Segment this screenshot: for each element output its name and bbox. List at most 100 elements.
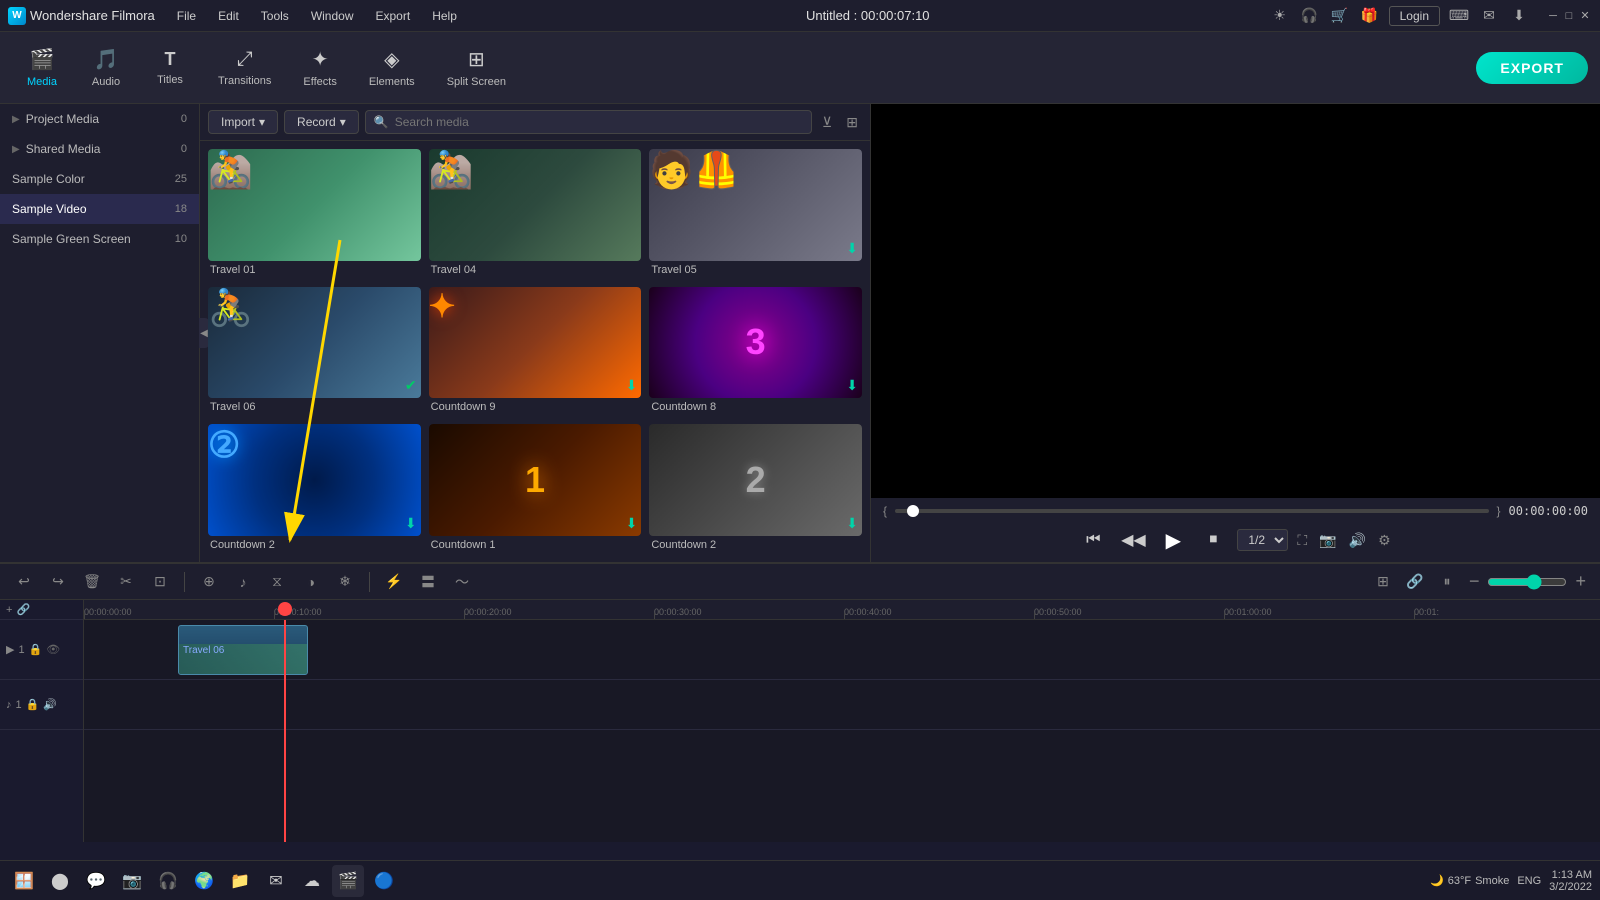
maximize-button[interactable]: □ [1562,9,1576,23]
panel-shared-media[interactable]: ▶ Shared Media 0 [0,134,199,164]
sample-green-count: 10 [175,233,187,245]
play-pause-button[interactable]: ⏸ [1433,568,1461,596]
play-button[interactable]: ▶ [1157,524,1189,556]
media-card-countdown8[interactable]: 3 ⬇ Countdown 8 [649,287,862,417]
toolbar-elements[interactable]: ◈ Elements [355,41,429,94]
toolbar-media[interactable]: 🎬 Media [12,41,72,94]
menu-help[interactable]: Help [422,7,467,25]
keyboard-icon[interactable]: ⌨ [1448,5,1470,27]
panel-project-media[interactable]: ▶ Project Media 0 [0,104,199,134]
speed-select[interactable]: 1/2 1/4 1 2 [1237,529,1288,551]
toolbar-effects[interactable]: ✦ Effects [289,41,350,94]
media-card-countdown2b[interactable]: 2 ⬇ Countdown 2 [649,424,862,554]
download-icon-countdown2b: ⬇ [846,515,858,532]
splitscreen-label: Split Screen [447,76,506,88]
bracket-left-icon[interactable]: { [883,504,887,518]
filter-icon[interactable]: ⊻ [818,112,836,133]
volume-icon-audio1[interactable]: 🔊 [43,698,57,711]
record-button[interactable]: Record ▾ [284,110,359,134]
toolbar-titles[interactable]: T Titles [140,43,200,92]
explorer-icon[interactable]: 📁 [224,865,256,897]
redo-button[interactable]: ↪ [44,568,72,596]
insert-button[interactable]: ⊕ [195,568,223,596]
lock-icon-audio1[interactable]: 🔒 [26,698,40,711]
menu-export[interactable]: Export [366,7,421,25]
color-match-button[interactable]: ◑ [297,568,325,596]
app-icon-blue[interactable]: 🔵 [368,865,400,897]
teams-icon[interactable]: 📷 [116,865,148,897]
minimize-button[interactable]: ─ [1546,9,1560,23]
media-card-travel01[interactable]: 🚵 Travel 01 [208,149,421,279]
media-card-countdown9[interactable]: ✦ ⬇ Countdown 9 [429,287,642,417]
menu-file[interactable]: File [167,7,206,25]
split-button[interactable]: ⚡ [380,568,408,596]
settings-icon[interactable]: ⚙ [1375,529,1394,552]
mail-icon[interactable]: ✉ [260,865,292,897]
freeze-frame-button[interactable]: ❄ [331,568,359,596]
audio-track-number: 1 [16,699,22,711]
step-back-button[interactable]: ◀◀ [1117,524,1149,556]
speed-button[interactable]: ⧖ [263,568,291,596]
lock-icon-video1[interactable]: 🔒 [29,643,43,656]
menu-edit[interactable]: Edit [208,7,249,25]
filmora-taskbar-icon[interactable]: 🎬 [332,865,364,897]
theme-icon[interactable]: ☀ [1269,5,1291,27]
start-button[interactable]: 🪟 [8,865,40,897]
add-track-button[interactable]: ⊞ [1369,568,1397,596]
login-button[interactable]: Login [1389,6,1440,26]
menu-tools[interactable]: Tools [251,7,299,25]
panel-sample-video[interactable]: Sample Video 18 [0,194,199,224]
export-button[interactable]: EXPORT [1476,52,1588,84]
scrubber-track[interactable] [895,509,1488,513]
panel-sample-green[interactable]: Sample Green Screen 10 [0,224,199,254]
undo-button[interactable]: ↩ [10,568,38,596]
toolbar-audio[interactable]: 🎵 Audio [76,41,136,94]
dropbox-icon[interactable]: ☁ [296,865,328,897]
delete-button[interactable]: 🗑 [78,568,106,596]
taskview-icon[interactable]: 💬 [80,865,112,897]
toolbar-transitions[interactable]: ⤢ Transitions [204,42,285,93]
eye-icon-video1[interactable]: 👁 [46,643,60,656]
import-button[interactable]: Import ▾ [208,110,278,134]
ripple-delete-button[interactable]: 〓 [414,568,442,596]
toolbar-splitscreen[interactable]: ⊞ Split Screen [433,41,520,94]
media-card-countdown2a[interactable]: ② ⬇ Countdown 2 [208,424,421,554]
media-card-countdown1[interactable]: 1 ⬇ Countdown 1 [429,424,642,554]
media-card-travel06[interactable]: 🚴 ✔ Travel 06 [208,287,421,417]
zoom-slider[interactable] [1487,574,1567,590]
cart-icon[interactable]: 🛒 [1329,5,1351,27]
detach-audio-button[interactable]: ♪ [229,568,257,596]
gift-icon[interactable]: 🎁 [1359,5,1381,27]
media-card-travel05[interactable]: 🧑‍🦺 ⬇ Travel 05 [649,149,862,279]
ruler-line-6 [1224,613,1225,619]
cut-button[interactable]: ✂ [112,568,140,596]
skip-back-button[interactable]: ⏮ [1077,524,1109,556]
volume-icon[interactable]: 🔊 [1346,529,1369,552]
browser-icon[interactable]: 🌍 [188,865,220,897]
menu-window[interactable]: Window [301,7,364,25]
full-screen-icon[interactable]: ⛶ [1294,529,1310,552]
waveform-button[interactable]: 〜 [448,568,476,596]
zoom-in-button[interactable]: + [1571,569,1590,594]
link-tracks-icon[interactable]: 🔗 [16,603,30,616]
zoom-out-button[interactable]: − [1465,569,1484,594]
media-card-travel04[interactable]: 🚵 Travel 04 [429,149,642,279]
email-icon[interactable]: ✉ [1478,5,1500,27]
close-button[interactable]: ✕ [1578,9,1592,23]
add-video-track-icon[interactable]: + [6,604,12,616]
headphones-icon[interactable]: 🎧 [1299,5,1321,27]
search-taskbar-icon[interactable]: ⬤ [44,865,76,897]
app-title: Untitled : 00:00:07:10 [806,8,930,23]
toolbar-divider-2 [369,572,370,592]
video-clip-travel06[interactable]: Travel 06 [178,625,308,675]
link-button[interactable]: 🔗 [1401,568,1429,596]
download-icon[interactable]: ⬇ [1508,5,1530,27]
snapshot-icon[interactable]: 📷 [1316,529,1339,552]
stop-button[interactable]: ⏹ [1197,524,1229,556]
grid-view-icon[interactable]: ⊞ [842,112,862,133]
search-input[interactable] [395,115,803,129]
panel-sample-color[interactable]: Sample Color 25 [0,164,199,194]
bracket-right-icon[interactable]: } [1497,504,1501,518]
spotify-icon[interactable]: 🎧 [152,865,184,897]
crop-button[interactable]: ⊡ [146,568,174,596]
